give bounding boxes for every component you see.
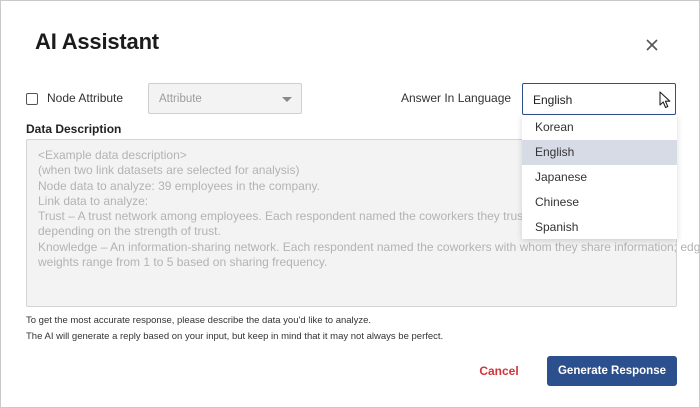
language-option-english[interactable]: English [522, 140, 677, 165]
generate-response-button[interactable]: Generate Response [547, 356, 677, 386]
language-option-spanish[interactable]: Spanish [522, 215, 677, 240]
answer-language-label: Answer In Language [401, 91, 512, 105]
data-description-label: Data Description [26, 122, 122, 136]
ai-assistant-dialog: AI Assistant Node Attribute Attribute An… [0, 0, 700, 408]
language-dropdown-menu: Korean English Japanese Chinese Spanish [522, 115, 677, 239]
language-option-chinese[interactable]: Chinese [522, 190, 677, 215]
language-option-japanese[interactable]: Japanese [522, 165, 677, 190]
placeholder-line: weights range from 1 to 5 based on shari… [38, 255, 328, 270]
placeholder-line: Knowledge – An information-sharing netwo… [38, 239, 700, 254]
chevron-down-icon [282, 97, 292, 102]
help-text-accuracy: To get the most accurate response, pleas… [26, 315, 372, 326]
language-option-korean[interactable]: Korean [522, 115, 677, 140]
attribute-select[interactable]: Attribute [148, 83, 302, 114]
dialog-title: AI Assistant [35, 29, 159, 54]
node-attribute-checkbox[interactable] [26, 93, 38, 105]
close-icon[interactable] [641, 34, 663, 56]
attribute-select-placeholder: Attribute [159, 93, 202, 105]
answer-language-value: English [533, 93, 573, 107]
answer-language-select[interactable]: English [522, 83, 676, 115]
node-attribute-label: Node Attribute [47, 91, 124, 105]
cancel-button[interactable]: Cancel [469, 360, 529, 382]
help-text-disclaimer: The AI will generate a reply based on yo… [26, 331, 444, 342]
